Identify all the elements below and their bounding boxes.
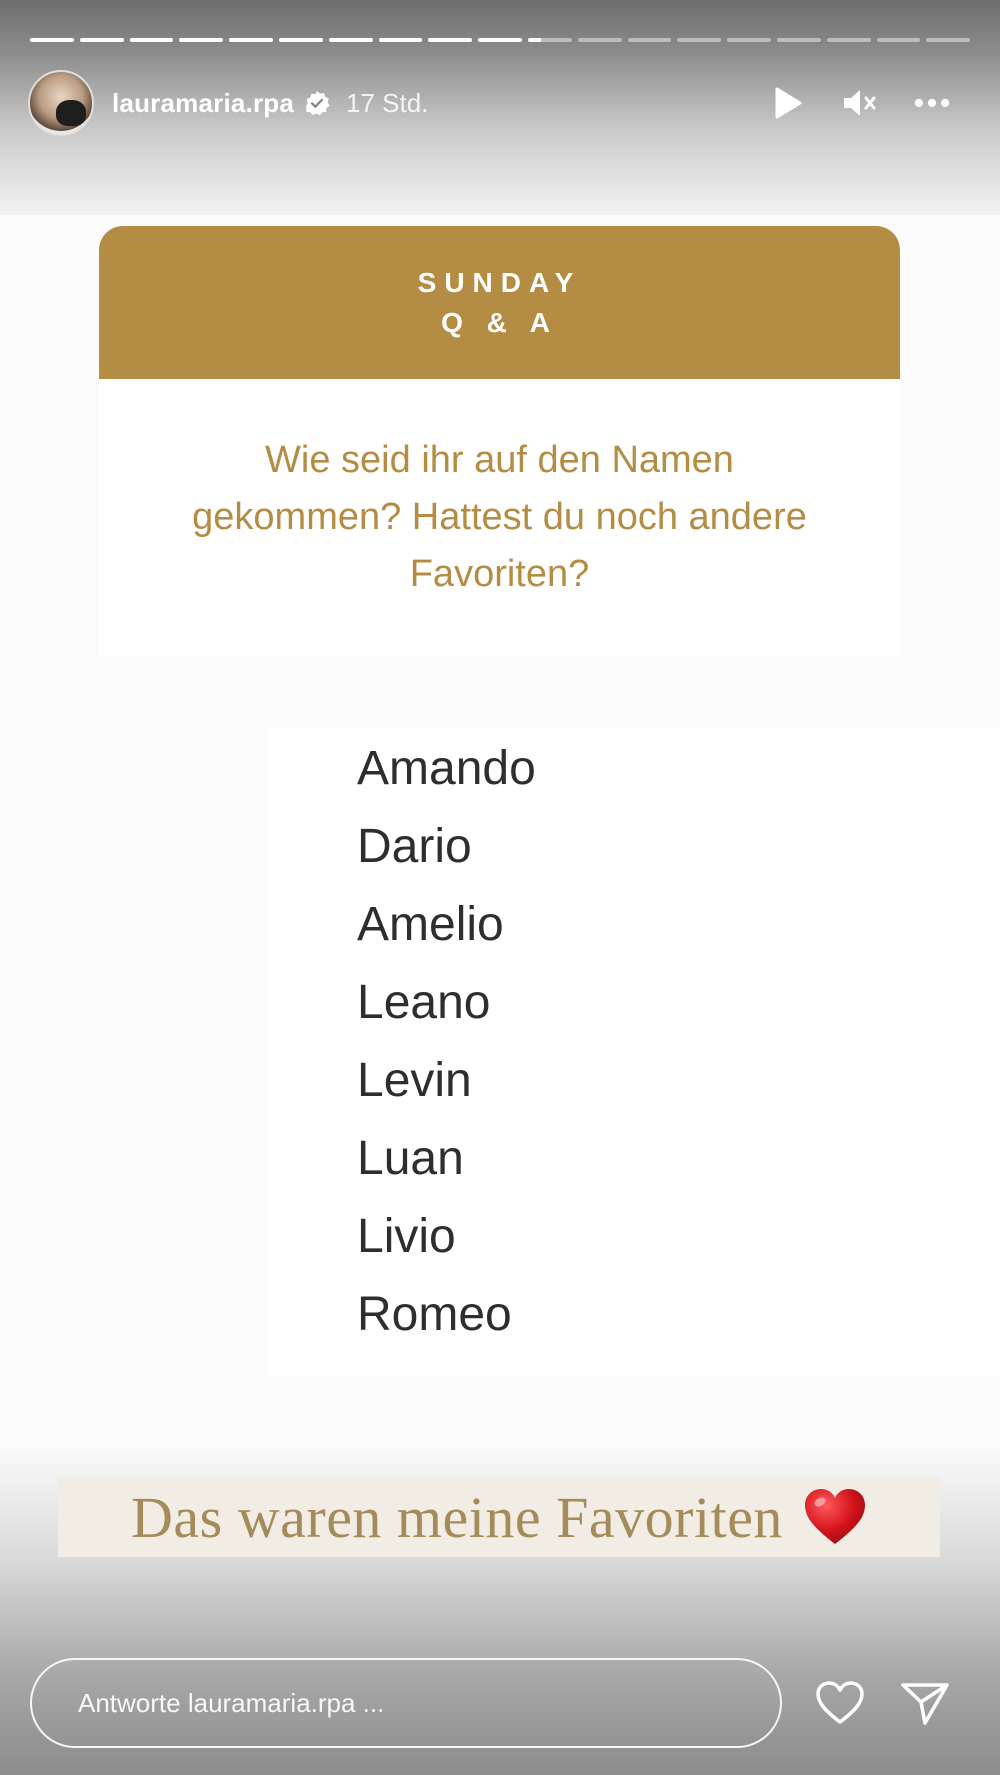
progress-segment-fill — [229, 38, 273, 42]
qa-question: Wie seid ihr auf den Namen gekommen? Hat… — [99, 379, 900, 656]
progress-segment-fill — [428, 38, 473, 42]
header-actions — [770, 85, 972, 121]
progress-segment — [378, 38, 423, 42]
play-button[interactable] — [770, 85, 806, 121]
send-icon[interactable] — [900, 1680, 950, 1726]
progress-segment — [179, 38, 224, 42]
progress-segment — [527, 38, 572, 42]
caption-text: Das waren meine Favoriten — [131, 1484, 783, 1550]
progress-segment — [876, 38, 921, 42]
mute-button[interactable] — [842, 85, 878, 121]
username[interactable]: lauramaria.rpa — [112, 88, 294, 119]
progress-segment — [478, 38, 522, 42]
caption-sticker: Das waren meine Favoriten — [58, 1477, 940, 1557]
progress-segment-fill — [328, 38, 373, 42]
progress-segment-fill — [378, 38, 423, 42]
progress-segment — [79, 38, 124, 42]
name-item: Livio — [357, 1210, 456, 1263]
progress-segment-fill — [278, 38, 323, 42]
progress-segment-fill — [179, 38, 224, 42]
progress-segment — [826, 38, 871, 42]
names-list: Amando Dario Amelio Leano Levin Luan Livio Rome… — [357, 730, 536, 1354]
progress-segment — [229, 38, 273, 42]
progress-segment-fill — [129, 38, 174, 42]
progress-segment — [677, 38, 722, 42]
progress-segment — [129, 38, 174, 42]
play-icon — [775, 87, 802, 119]
name-item: Amando — [357, 742, 536, 795]
progress-segment — [328, 38, 373, 42]
progress-segment — [627, 38, 672, 42]
progress-segment-fill — [30, 38, 74, 42]
progress-segment — [30, 38, 74, 42]
story-viewer[interactable]: lauramaria.rpa 17 Std. SUNDAY Q & A Wie … — [0, 0, 1000, 1775]
story-progress-bar — [30, 38, 971, 42]
name-item: Dario — [357, 820, 472, 873]
progress-segment — [278, 38, 323, 42]
reply-input[interactable] — [76, 1686, 780, 1720]
progress-segment-fill — [527, 38, 542, 42]
name-item: Amelio — [357, 898, 504, 951]
story-header: lauramaria.rpa 17 Std. — [28, 68, 972, 138]
reply-field[interactable] — [30, 1658, 782, 1748]
name-item: Leano — [357, 976, 491, 1029]
avatar[interactable] — [28, 70, 94, 136]
more-horizontal-icon — [914, 98, 950, 108]
name-item: Luan — [357, 1132, 464, 1185]
verified-badge-icon — [305, 91, 330, 116]
progress-segment — [428, 38, 473, 42]
progress-segment — [727, 38, 771, 42]
more-options-button[interactable] — [914, 85, 950, 121]
progress-segment — [577, 38, 622, 42]
qa-title: SUNDAY — [417, 266, 582, 298]
name-item: Levin — [357, 1054, 472, 1107]
speaker-muted-icon — [844, 90, 876, 116]
qa-question-text: Wie seid ihr auf den Namen gekommen? Hat… — [192, 439, 807, 595]
qa-subtitle: Q & A — [441, 306, 558, 338]
red-heart-emoji-icon — [804, 1489, 865, 1544]
heart-outline-icon[interactable] — [815, 1680, 865, 1726]
progress-segment — [926, 38, 971, 42]
qa-card-header: SUNDAY Q & A — [99, 226, 900, 379]
progress-segment-fill — [478, 38, 522, 42]
progress-segment — [776, 38, 821, 42]
progress-segment-fill — [79, 38, 124, 42]
name-item: Romeo — [357, 1288, 512, 1341]
qa-card: SUNDAY Q & A Wie seid ihr auf den Namen … — [99, 226, 900, 656]
post-time: 17 Std. — [346, 87, 429, 118]
